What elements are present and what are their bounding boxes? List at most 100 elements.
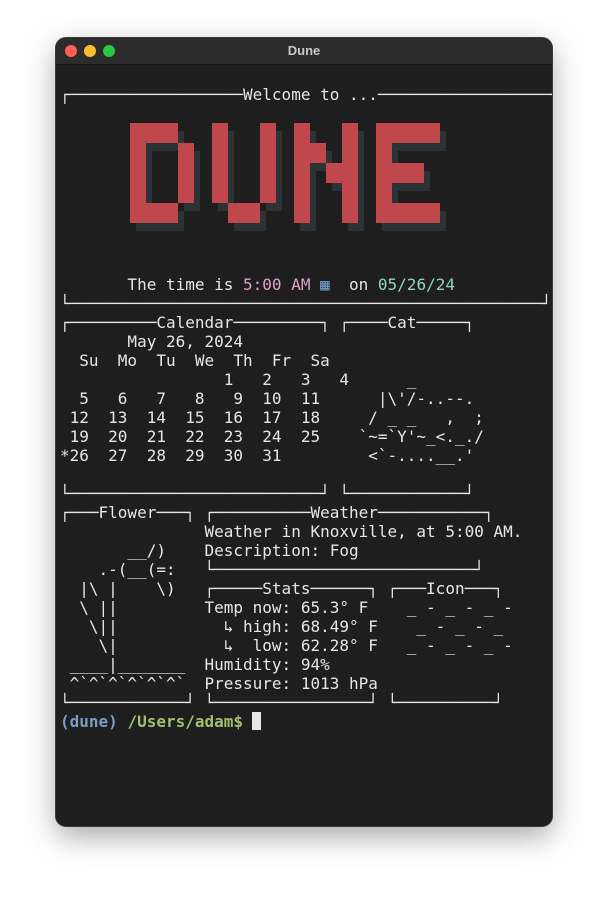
- logo-block: [392, 123, 408, 143]
- logo-block: [162, 203, 178, 223]
- terminal-segment: 5:00 AM: [243, 275, 311, 294]
- terminal-line: \| ↳ low: 62.28° F _ - _ - _ -: [58, 636, 552, 655]
- terminal-text: ^`^`^`^`^`^` Pressure: 1013 hPa: [60, 674, 378, 693]
- logo-block: [130, 143, 146, 163]
- terminal-text: May 26, 2024: [60, 332, 243, 351]
- logo-block: [260, 163, 276, 183]
- window-title: Dune: [287, 43, 321, 58]
- logo-block: [392, 203, 408, 223]
- logo-block: [244, 203, 260, 223]
- terminal-text: ┌───Flower───┐ ┌──────────Weather───────…: [60, 503, 493, 522]
- logo-block: [212, 123, 228, 143]
- terminal-segment: 1 2 3 4 _: [60, 370, 417, 389]
- logo-block: [408, 123, 424, 143]
- terminal-line: |\ | \) ┌─────Stats──────┐ ┌───Icon───┐: [58, 579, 552, 598]
- terminal-text: __/) Description: Fog: [60, 541, 359, 560]
- terminal-text: └──────────────────────────┘ └──────────…: [60, 484, 474, 503]
- logo-block: [342, 143, 358, 163]
- logo-block: [392, 163, 408, 183]
- terminal-segment: └───────────────────────────────────────…: [60, 294, 552, 313]
- logo-block: [178, 183, 194, 203]
- terminal-segment: *26 27 28 29 30 31 <`-....__.': [60, 446, 475, 465]
- logo-block: [376, 143, 392, 163]
- logo-block: [342, 183, 358, 203]
- logo-block: [342, 203, 358, 223]
- terminal-segment: [118, 712, 128, 731]
- logo-block: [146, 123, 162, 143]
- logo-block: [178, 143, 194, 163]
- terminal-segment: \ || Temp now: 65.3° F _ - _ - _ -: [60, 598, 513, 617]
- cursor[interactable]: [252, 712, 261, 730]
- terminal-line: └───────────────────────────────────────…: [58, 294, 552, 313]
- terminal-line: \ || Temp now: 65.3° F _ - _ - _ -: [58, 598, 552, 617]
- terminal-line: ____|_______ Humidity: 94%: [58, 655, 552, 674]
- title-bar[interactable]: Dune: [56, 38, 552, 65]
- terminal-text: ┌─────────Calendar─────────┐ ┌────Cat───…: [60, 313, 474, 332]
- logo-block: [408, 163, 424, 183]
- terminal-segment: ┌───Flower───┐ ┌──────────Weather───────…: [60, 503, 494, 522]
- terminal-text: 12 13 14 15 16 17 18 / _ _ , ;: [60, 408, 484, 427]
- terminal-line: └──────────────────────────┘ └──────────…: [58, 484, 552, 503]
- terminal-segment: Weather in Knoxville, at 5:00 AM.: [60, 522, 523, 541]
- terminal-segment: └──────────────────────────┘ └──────────…: [60, 484, 475, 503]
- logo-block: [130, 123, 146, 143]
- terminal-content[interactable]: ┌──────────────────Welcome to ...───────…: [58, 65, 552, 825]
- terminal-segment: 5 6 7 8 9 10 11 |\'/-..--.: [60, 389, 475, 408]
- logo-block: [424, 203, 440, 223]
- logo-block: [342, 123, 358, 143]
- logo-block: [130, 183, 146, 203]
- terminal-segment: __/) Description: Fog: [60, 541, 359, 560]
- terminal-text: ____|_______ Humidity: 94%: [60, 655, 330, 674]
- logo-block: [260, 183, 276, 203]
- logo-block: [376, 163, 392, 183]
- terminal-segment: 12 13 14 15 16 17 18 / _ _ , ;: [60, 408, 484, 427]
- terminal-line: └────────────┘ └────────────────┘ └─────…: [58, 693, 552, 712]
- terminal-text: |\ | \) ┌─────Stats──────┐ ┌───Icon───┐: [60, 579, 503, 598]
- terminal-segment: \|| ↳ high: 68.49° F _ - _ - _: [60, 617, 504, 636]
- logo-block: [294, 203, 310, 223]
- logo-block: [294, 183, 310, 203]
- logo-block: [424, 123, 440, 143]
- terminal-text: The time is 5:00 AM ▦ on 05/26/24: [60, 275, 455, 294]
- logo-block: [260, 143, 276, 163]
- logo-block: [294, 163, 310, 183]
- terminal-segment: .-(__(=: └───────────────────────────┘: [60, 560, 484, 579]
- terminal-line: \|| ↳ high: 68.49° F _ - _ - _: [58, 617, 552, 636]
- logo-block: [376, 203, 392, 223]
- terminal-segment: Su Mo Tu We Th Fr Sa: [60, 351, 330, 370]
- terminal-text: 5 6 7 8 9 10 11 |\'/-..--.: [60, 389, 474, 408]
- terminal-text: \ || Temp now: 65.3° F _ - _ - _ -: [60, 598, 513, 617]
- terminal-line: 12 13 14 15 16 17 18 / _ _ , ;: [58, 408, 552, 427]
- terminal-segment: ▦: [310, 275, 340, 294]
- terminal-line: 19 20 21 22 23 24 25 `~=`Y'~_<._./: [58, 427, 552, 446]
- terminal-text: 19 20 21 22 23 24 25 `~=`Y'~_<._./: [60, 427, 484, 446]
- logo-block: [310, 143, 326, 163]
- terminal-line: __/) Description: Fog: [58, 541, 552, 560]
- logo-block: [130, 163, 146, 183]
- terminal-line: May 26, 2024: [58, 332, 552, 351]
- terminal-line: 5 6 7 8 9 10 11 |\'/-..--.: [58, 389, 552, 408]
- terminal-text: *26 27 28 29 30 31 <`-....__.': [60, 446, 474, 465]
- logo-block: [178, 163, 194, 183]
- terminal-segment: May 26, 2024: [60, 332, 244, 351]
- terminal-text: Weather in Knoxville, at 5:00 AM.: [60, 522, 522, 541]
- terminal-text: └────────────┘ └────────────────┘ └─────…: [60, 693, 503, 712]
- terminal-segment: The time is: [60, 275, 244, 294]
- terminal-text: 1 2 3 4 _: [60, 370, 417, 389]
- logo-block: [408, 203, 424, 223]
- terminal-line: *26 27 28 29 30 31 <`-....__.': [58, 446, 552, 465]
- terminal-line: ┌─────────Calendar─────────┐ ┌────Cat───…: [58, 313, 552, 332]
- terminal-segment: \| ↳ low: 62.28° F _ - _ - _ -: [60, 636, 513, 655]
- logo-block: [212, 163, 228, 183]
- terminal-segment: ____|_______ Humidity: 94%: [60, 655, 330, 674]
- terminal-segment: 19 20 21 22 23 24 25 `~=`Y'~_<._./: [60, 427, 484, 446]
- terminal-segment: 05/26/24: [377, 275, 455, 294]
- logo-block: [146, 203, 162, 223]
- terminal-window: Dune ┌──────────────────Welcome to ...──…: [56, 38, 552, 826]
- terminal-line: Su Mo Tu We Th Fr Sa: [58, 351, 552, 370]
- terminal-line: ^`^`^`^`^`^` Pressure: 1013 hPa: [58, 674, 552, 693]
- logo-block: [326, 163, 342, 183]
- logo-block: [130, 203, 146, 223]
- terminal-text: ┌──────────────────Welcome to ...───────…: [60, 85, 552, 104]
- terminal-text: \|| ↳ high: 68.49° F _ - _ - _: [60, 617, 503, 636]
